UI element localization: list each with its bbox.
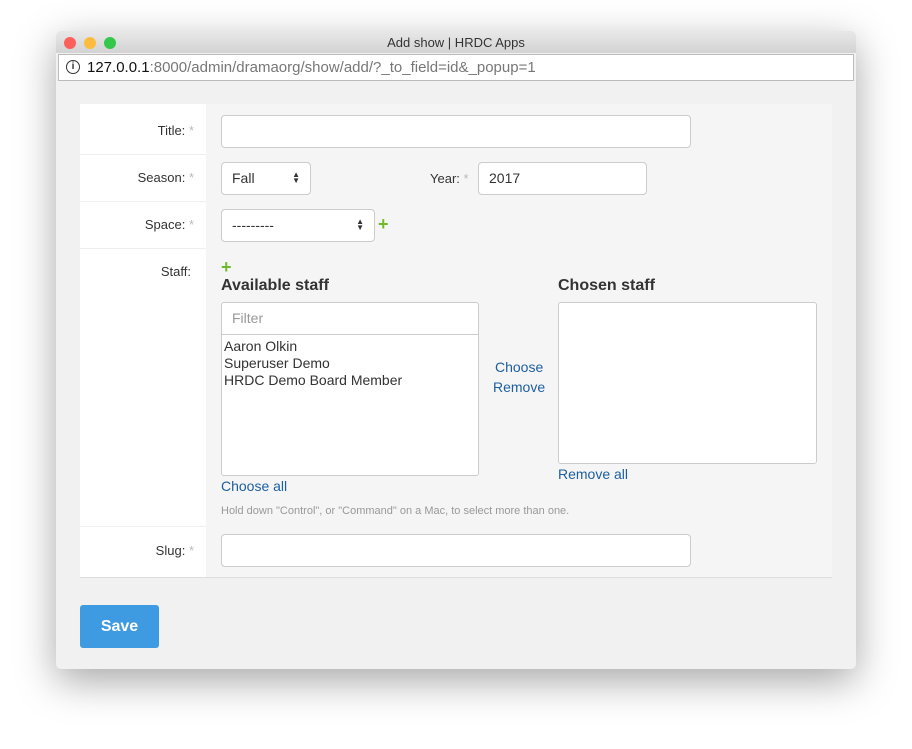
url-bar[interactable]: i 127.0.0.1:8000/admin/dramaorg/show/add…	[58, 54, 854, 81]
title-input[interactable]	[221, 115, 691, 148]
filter-input[interactable]: Filter	[222, 303, 478, 335]
chosen-staff-heading: Chosen staff	[558, 277, 655, 294]
minimize-button[interactable]	[84, 37, 96, 49]
space-label: Space: *	[144, 217, 194, 232]
remove-all-link[interactable]: Remove all	[558, 466, 628, 482]
add-space-icon[interactable]: +	[378, 214, 389, 235]
slug-input[interactable]	[221, 534, 691, 567]
choose-button[interactable]: Choose	[495, 359, 543, 375]
choose-all-link[interactable]: Choose all	[221, 478, 287, 494]
info-icon[interactable]: i	[66, 60, 80, 74]
season-label: Season: *	[137, 170, 194, 185]
title-bar: Add show | HRDC Apps	[56, 31, 856, 53]
select-arrows-icon: ▲ ▼	[292, 170, 300, 185]
list-item[interactable]: Aaron Olkin	[222, 338, 478, 355]
available-staff-heading: Available staff	[221, 277, 329, 294]
select-arrows-icon: ▲ ▼	[356, 217, 364, 232]
chosen-staff-list[interactable]	[558, 302, 817, 464]
space-select[interactable]: --------- ▲ ▼	[221, 209, 375, 242]
close-button[interactable]	[64, 37, 76, 49]
url-host: 127.0.0.1	[87, 59, 150, 76]
season-select[interactable]: Fall ▲ ▼	[221, 162, 311, 195]
window-title: Add show | HRDC Apps	[387, 35, 525, 50]
save-button[interactable]: Save	[80, 605, 159, 648]
staff-label: Staff:	[160, 264, 191, 279]
available-staff-list[interactable]: Aaron Olkin Superuser Demo HRDC Demo Boa…	[222, 335, 478, 389]
year-label: Year: *	[430, 171, 469, 186]
remove-button[interactable]: Remove	[493, 379, 545, 395]
url-path: :8000/admin/dramaorg/show/add/?_to_field…	[149, 59, 536, 76]
zoom-button[interactable]	[104, 37, 116, 49]
list-item[interactable]: Superuser Demo	[222, 355, 478, 372]
add-staff-icon[interactable]: +	[221, 257, 232, 278]
year-input[interactable]: 2017	[478, 162, 647, 195]
slug-label: Slug: *	[155, 543, 194, 558]
available-staff-box: Filter Aaron Olkin Superuser Demo HRDC D…	[221, 302, 479, 476]
title-label: Title: *	[157, 123, 194, 138]
list-item[interactable]: HRDC Demo Board Member	[222, 372, 478, 389]
browser-window: Add show | HRDC Apps i 127.0.0.1:8000/ad…	[56, 31, 856, 669]
help-text: Hold down "Control", or "Command" on a M…	[221, 505, 570, 517]
